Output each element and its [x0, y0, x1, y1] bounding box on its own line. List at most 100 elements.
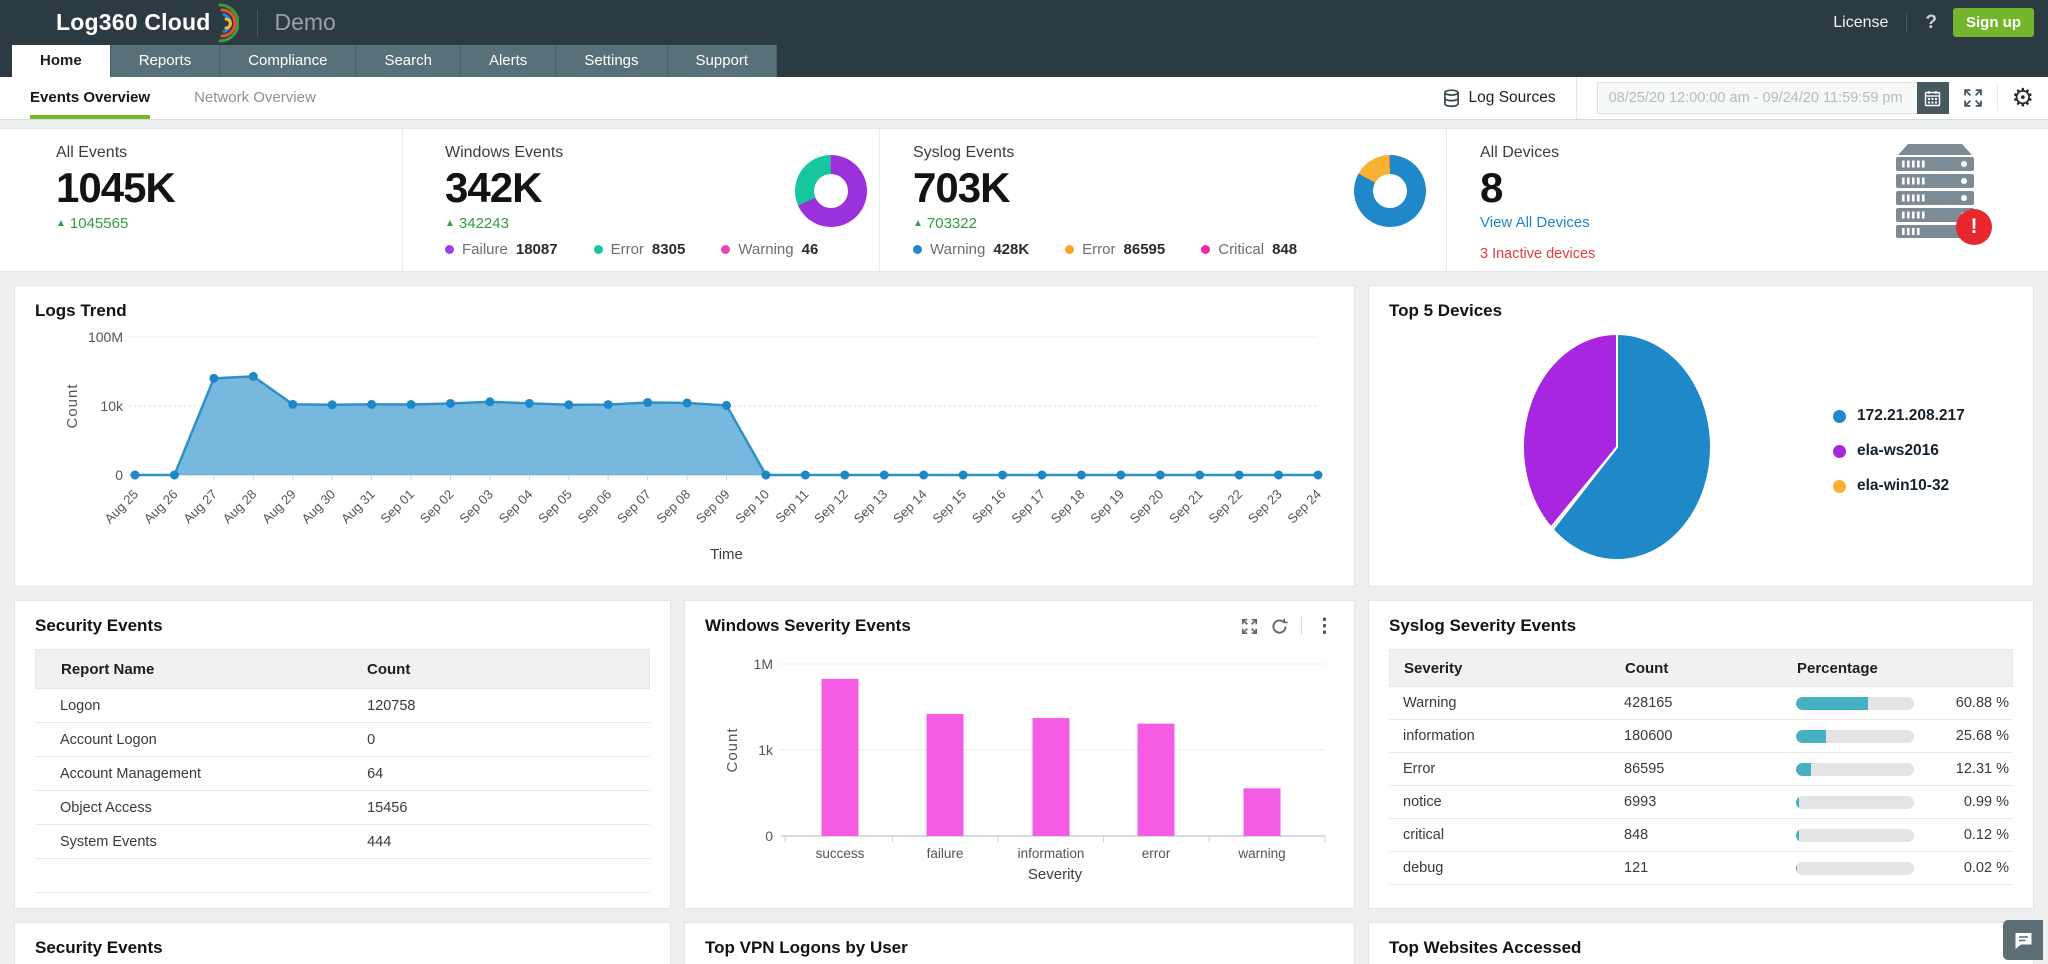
- percentage-bar-fill: [1796, 796, 1799, 809]
- security-events-bottom-card: Security Events: [14, 922, 671, 964]
- count-cell: 120758: [367, 698, 650, 714]
- settings-gear-button[interactable]: ⚙: [1997, 85, 2034, 111]
- svg-text:success: success: [816, 846, 865, 861]
- logs-trend-card: Logs Trend 010k100MAug 25Aug 26Aug 27Aug…: [14, 285, 1355, 587]
- tab-reports[interactable]: Reports: [111, 45, 221, 77]
- report-name-cell[interactable]: Logon: [35, 698, 367, 714]
- percentage-bar-fill: [1796, 697, 1868, 710]
- expand-icon: [1963, 88, 1983, 108]
- svg-text:Sep 16: Sep 16: [969, 487, 1009, 527]
- percentage-bar: [1796, 730, 1914, 743]
- svg-text:1k: 1k: [758, 742, 774, 758]
- help-icon[interactable]: ?: [1925, 12, 1937, 34]
- table-row[interactable]: Account Logon0: [35, 723, 650, 757]
- date-range-picker[interactable]: 08/25/20 12:00:00 am - 09/24/20 11:59:59…: [1597, 82, 1949, 114]
- count-cell: 444: [367, 834, 650, 850]
- svg-text:Aug 29: Aug 29: [259, 487, 299, 527]
- column-header: Severity: [1390, 660, 1625, 677]
- svg-text:Sep 15: Sep 15: [929, 487, 969, 527]
- tab-search[interactable]: Search: [356, 45, 461, 77]
- up-triangle-icon: ▲: [445, 218, 455, 229]
- license-link[interactable]: License: [1833, 14, 1888, 32]
- top-devices-card: Top 5 Devices 172.21.208.217ela-ws2016el…: [1368, 285, 2034, 587]
- svg-text:Aug 26: Aug 26: [141, 487, 181, 527]
- count-cell: 848: [1624, 827, 1796, 843]
- stats-band: All Events 1045K ▲1045565 Windows Events…: [0, 128, 2048, 272]
- report-name-cell[interactable]: Object Access: [35, 800, 367, 816]
- percentage-bar: [1796, 796, 1914, 809]
- top-devices-legend: 172.21.208.217ela-ws2016ela-win10-32: [1833, 407, 1965, 495]
- svg-text:Sep 22: Sep 22: [1206, 487, 1246, 527]
- percentage-bar: [1796, 763, 1914, 776]
- count-cell: 6993: [1624, 794, 1796, 810]
- inactive-devices-alert: 3 Inactive devices: [1480, 246, 2048, 262]
- stat-delta: ▲1045565: [56, 215, 402, 232]
- svg-text:Aug 28: Aug 28: [220, 487, 260, 527]
- count-cell: 428165: [1624, 695, 1796, 711]
- syslog-severity-card: Syslog Severity Events SeverityCountPerc…: [1368, 600, 2034, 909]
- subtab-events-overview[interactable]: Events Overview: [30, 77, 150, 119]
- table-row-clipped: [35, 859, 650, 893]
- report-name-cell[interactable]: Account Logon: [35, 732, 367, 748]
- table-row[interactable]: System Events444: [35, 825, 650, 859]
- gear-icon: ⚙: [2012, 83, 2034, 113]
- legend-label: Error: [1082, 241, 1115, 258]
- tab-support[interactable]: Support: [668, 45, 778, 77]
- table-row[interactable]: Logon120758: [35, 689, 650, 723]
- legend-dot: [1065, 245, 1074, 254]
- svg-text:0: 0: [115, 467, 123, 483]
- tab-alerts[interactable]: Alerts: [461, 45, 556, 77]
- windows-severity-card: Windows Severity Events: [684, 600, 1355, 909]
- top-websites-card: Top Websites Accessed: [1368, 922, 2034, 964]
- kebab-menu-icon[interactable]: ⋮: [1315, 617, 1334, 636]
- overview-tabs: Events Overview Network Overview: [0, 77, 316, 119]
- svg-text:Sep 10: Sep 10: [732, 487, 772, 527]
- percentage-bar-fill: [1796, 763, 1811, 776]
- windows-events-donut-chart: [795, 155, 867, 227]
- tab-compliance[interactable]: Compliance: [220, 45, 356, 77]
- svg-text:Sep 01: Sep 01: [377, 487, 417, 527]
- date-range-input[interactable]: 08/25/20 12:00:00 am - 09/24/20 11:59:59…: [1597, 82, 1917, 114]
- card-title: Security Events: [35, 938, 650, 958]
- report-name-cell[interactable]: Account Management: [35, 766, 367, 782]
- svg-text:Sep 06: Sep 06: [575, 487, 615, 527]
- syslog-severity-table: SeverityCountPercentageWarning42816560.8…: [1389, 649, 2013, 885]
- logs-trend-chart: 010k100MAug 25Aug 26Aug 27Aug 28Aug 29Au…: [35, 325, 1333, 565]
- fullscreen-button[interactable]: [1949, 88, 1997, 108]
- security-events-card: Security Events Report NameCountLogon120…: [14, 600, 671, 909]
- percentage-cell: 60.88 %: [1914, 695, 2013, 711]
- svg-text:Sep 18: Sep 18: [1048, 487, 1088, 527]
- tab-settings[interactable]: Settings: [556, 45, 667, 77]
- severity-cell: Error: [1389, 761, 1624, 777]
- signup-button[interactable]: Sign up: [1953, 8, 2034, 37]
- legend-item: Critical848: [1201, 241, 1297, 258]
- calendar-button[interactable]: [1917, 82, 1949, 114]
- tab-home[interactable]: Home: [12, 45, 111, 77]
- logo-arc-icon: [213, 3, 239, 43]
- svg-text:Sep 24: Sep 24: [1284, 487, 1324, 527]
- log-sources-button[interactable]: Log Sources: [1423, 77, 1577, 119]
- table-row[interactable]: Account Management64: [35, 757, 650, 791]
- table-row[interactable]: Object Access15456: [35, 791, 650, 825]
- card-refresh-button[interactable]: [1271, 618, 1288, 635]
- subtab-network-overview[interactable]: Network Overview: [194, 77, 316, 119]
- svg-text:100M: 100M: [88, 329, 123, 345]
- legend-dot: [1833, 410, 1846, 423]
- count-cell: 64: [367, 766, 650, 782]
- report-name-cell[interactable]: System Events: [35, 834, 367, 850]
- table-header-row: Report NameCount: [35, 649, 650, 689]
- card-expand-button[interactable]: [1241, 618, 1258, 635]
- legend-item: Warning46: [721, 241, 818, 258]
- legend-value: 848: [1272, 241, 1297, 258]
- expand-icon: [1241, 618, 1258, 635]
- chat-button[interactable]: [2003, 920, 2043, 960]
- svg-text:Sep 23: Sep 23: [1245, 487, 1285, 527]
- legend-dot: [594, 245, 603, 254]
- card-title: Top Websites Accessed: [1389, 938, 2013, 958]
- svg-text:Sep 07: Sep 07: [614, 487, 654, 527]
- pie-legend-item: ela-ws2016: [1833, 442, 1965, 460]
- donut-hole: [1373, 174, 1407, 208]
- svg-text:Sep 05: Sep 05: [535, 487, 575, 527]
- svg-text:Sep 03: Sep 03: [456, 487, 496, 527]
- legend-value: 8305: [652, 241, 685, 258]
